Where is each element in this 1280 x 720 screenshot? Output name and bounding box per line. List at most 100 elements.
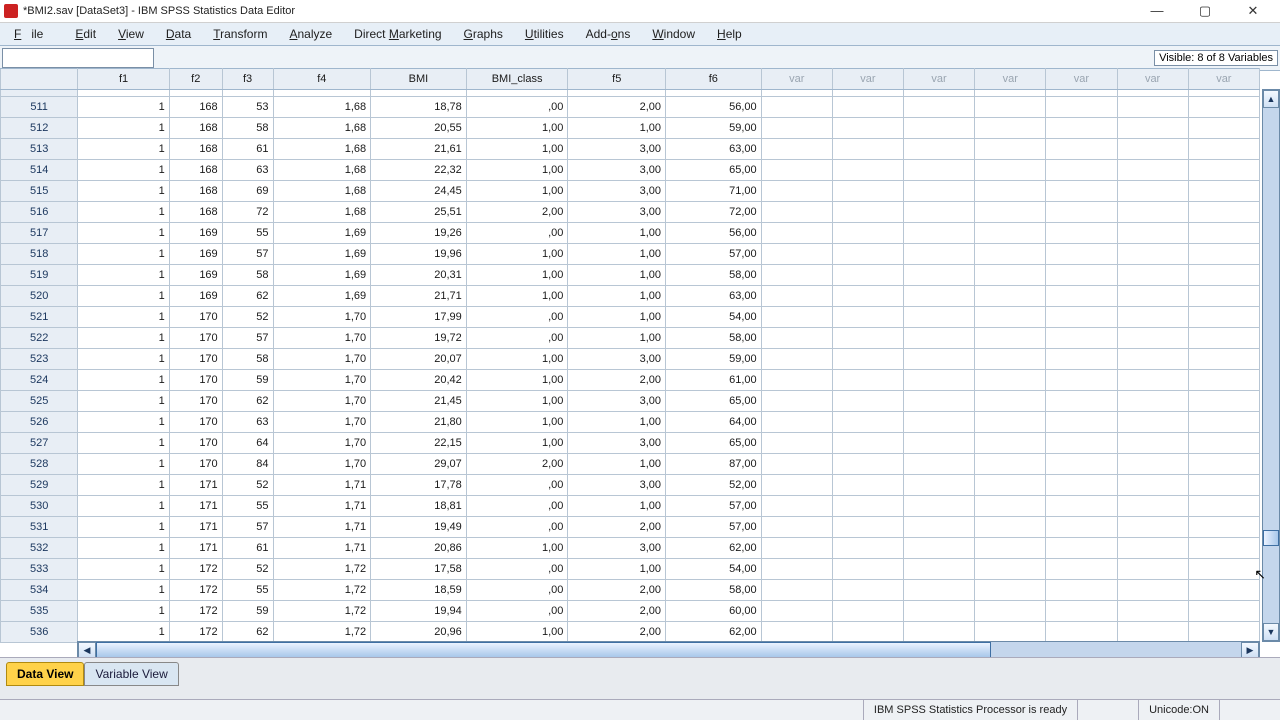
cell[interactable]	[1188, 433, 1259, 454]
cell[interactable]	[1188, 307, 1259, 328]
cell[interactable]	[1117, 139, 1188, 160]
cell[interactable]	[1188, 370, 1259, 391]
col-header-bmi-class[interactable]: BMI_class	[466, 69, 568, 90]
cell[interactable]	[1046, 538, 1117, 559]
cell[interactable]: 20,31	[371, 265, 467, 286]
cell[interactable]	[975, 181, 1046, 202]
cell[interactable]	[1046, 496, 1117, 517]
cell[interactable]: 59	[222, 370, 273, 391]
cell[interactable]: 1,70	[273, 454, 371, 475]
cell[interactable]: 172	[169, 601, 222, 622]
cell[interactable]: 168	[169, 139, 222, 160]
table-row[interactable]: 5181169571,6919,961,001,0057,00	[1, 244, 1260, 265]
cell[interactable]	[1188, 244, 1259, 265]
cell[interactable]: 170	[169, 349, 222, 370]
menu-file[interactable]: File	[4, 24, 63, 44]
cell[interactable]	[975, 517, 1046, 538]
cell[interactable]	[832, 475, 903, 496]
row-header[interactable]: 525	[1, 391, 78, 412]
cell[interactable]: 1,00	[466, 244, 568, 265]
cell[interactable]: 1	[78, 517, 170, 538]
cell[interactable]	[1117, 328, 1188, 349]
cell[interactable]	[1188, 601, 1259, 622]
row-header[interactable]: 532	[1, 538, 78, 559]
cell[interactable]	[761, 580, 832, 601]
scroll-track[interactable]	[96, 642, 1241, 658]
cell[interactable]	[1188, 265, 1259, 286]
cell[interactable]	[903, 370, 974, 391]
cell[interactable]	[761, 559, 832, 580]
col-header-var[interactable]: var	[1117, 69, 1188, 90]
cell[interactable]: 1	[78, 580, 170, 601]
cell[interactable]: ,00	[466, 517, 568, 538]
cell[interactable]: 57,00	[666, 244, 762, 265]
cell[interactable]: 1	[78, 244, 170, 265]
cell[interactable]	[1046, 181, 1117, 202]
cell[interactable]: 57	[222, 328, 273, 349]
cell[interactable]	[1117, 433, 1188, 454]
cell[interactable]	[975, 118, 1046, 139]
table-row[interactable]: 5361172621,7220,961,002,0062,00	[1, 622, 1260, 643]
cell[interactable]	[903, 139, 974, 160]
cell[interactable]: 17,58	[371, 559, 467, 580]
cell[interactable]	[903, 601, 974, 622]
cell[interactable]: 1,00	[466, 118, 568, 139]
row-header[interactable]: 521	[1, 307, 78, 328]
col-header-f5[interactable]: f5	[568, 69, 666, 90]
cell[interactable]: 172	[169, 580, 222, 601]
cell[interactable]: 63	[222, 160, 273, 181]
cell[interactable]	[1117, 202, 1188, 223]
menu-direct-marketing[interactable]: Direct Marketing	[344, 24, 451, 44]
cell[interactable]	[1188, 181, 1259, 202]
cell[interactable]: 1,69	[273, 286, 371, 307]
cell[interactable]: 168	[169, 202, 222, 223]
cell[interactable]	[975, 622, 1046, 643]
cell[interactable]	[1046, 370, 1117, 391]
cell[interactable]	[1046, 517, 1117, 538]
cell[interactable]	[975, 412, 1046, 433]
cell[interactable]: 1	[78, 265, 170, 286]
col-header-bmi[interactable]: BMI	[371, 69, 467, 90]
cell[interactable]	[1117, 454, 1188, 475]
cell[interactable]	[903, 454, 974, 475]
cell[interactable]	[975, 433, 1046, 454]
table-row[interactable]: 5311171571,7119,49,002,0057,00	[1, 517, 1260, 538]
cell[interactable]: 19,94	[371, 601, 467, 622]
cell[interactable]	[1188, 517, 1259, 538]
cell[interactable]	[1117, 580, 1188, 601]
cell[interactable]: 1	[78, 622, 170, 643]
cell[interactable]: 170	[169, 412, 222, 433]
cell[interactable]: 170	[169, 307, 222, 328]
cell[interactable]: 63	[222, 412, 273, 433]
cell[interactable]: 19,72	[371, 328, 467, 349]
scroll-left-button[interactable]: ◀	[78, 642, 96, 658]
cell[interactable]: 1,70	[273, 328, 371, 349]
cell[interactable]	[761, 412, 832, 433]
cell[interactable]: 55	[222, 580, 273, 601]
col-header-f2[interactable]: f2	[169, 69, 222, 90]
cell[interactable]	[975, 391, 1046, 412]
col-header-var[interactable]: var	[1046, 69, 1117, 90]
cell[interactable]	[832, 307, 903, 328]
cell[interactable]	[903, 244, 974, 265]
cell[interactable]	[1046, 328, 1117, 349]
cell[interactable]	[903, 223, 974, 244]
cell[interactable]	[1188, 160, 1259, 181]
cell[interactable]: 20,86	[371, 538, 467, 559]
cell[interactable]: 21,71	[371, 286, 467, 307]
cell[interactable]	[1046, 244, 1117, 265]
cell[interactable]	[1046, 622, 1117, 643]
cell[interactable]	[832, 118, 903, 139]
cell[interactable]	[761, 496, 832, 517]
cell[interactable]: 1,68	[273, 118, 371, 139]
cell[interactable]: 2,00	[466, 454, 568, 475]
row-header[interactable]: 530	[1, 496, 78, 517]
row-header[interactable]: 531	[1, 517, 78, 538]
cell[interactable]	[903, 265, 974, 286]
cell[interactable]: 172	[169, 559, 222, 580]
cell[interactable]	[975, 538, 1046, 559]
cell[interactable]: 1,00	[568, 559, 666, 580]
cell[interactable]: 21,45	[371, 391, 467, 412]
cell[interactable]: 52	[222, 475, 273, 496]
col-header-f6[interactable]: f6	[666, 69, 762, 90]
